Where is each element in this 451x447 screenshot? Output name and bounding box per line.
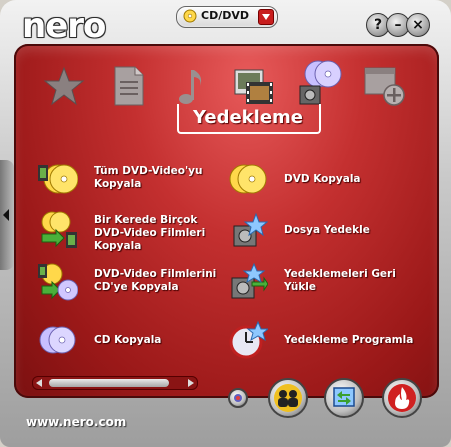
close-button[interactable]: × <box>406 13 430 37</box>
music-note-icon[interactable] <box>170 64 214 108</box>
nero-burning-rom-button[interactable] <box>382 378 422 418</box>
dvd-video-copy-icon <box>38 164 78 194</box>
task-label: Dosya Yedekle <box>284 224 370 236</box>
film-photo-icon[interactable] <box>232 64 276 108</box>
task-copy-multiple-dvd-video[interactable]: Bir Kerede Birçok DVD-Video Filmleri Kop… <box>38 210 228 260</box>
task-label: Bir Kerede Birçok DVD-Video Filmleri Kop… <box>94 214 206 252</box>
task-label: Yedekleme Programla <box>284 334 414 346</box>
color-scheme-button[interactable] <box>228 388 248 408</box>
task-label: DVD Kopyala <box>284 173 361 185</box>
scrollbar-thumb[interactable] <box>49 379 169 387</box>
main-panel: Yedekleme Tüm DVD-Video'yu Kopyala DVD K… <box>14 44 439 408</box>
task-label: Yedeklemeleri Geri Yükle <box>284 268 396 293</box>
selected-category-title: Yedekleme <box>193 107 303 128</box>
people-icon <box>274 384 302 412</box>
add-window-icon[interactable] <box>362 64 406 108</box>
sync-windows-icon <box>333 387 355 407</box>
side-panel-toggle[interactable] <box>0 160 14 270</box>
task-copy-cd[interactable]: CD Kopyala <box>38 320 228 364</box>
task-label: DVD-Video Filmlerini CD'ye Kopyala <box>94 268 217 293</box>
scroll-left-arrow-icon[interactable] <box>36 379 42 387</box>
nero-website-link[interactable]: www.nero.com <box>26 415 126 429</box>
dvd-to-cd-icon <box>38 263 78 301</box>
flame-icon <box>388 384 416 412</box>
toggle-view-button[interactable] <box>324 378 364 418</box>
task-backup-files[interactable]: Dosya Yedekle <box>228 210 418 254</box>
file-backup-icon <box>233 212 268 247</box>
task-label: Tüm DVD-Video'yu Kopyala <box>94 165 203 190</box>
nero-logo: nero <box>22 6 106 46</box>
task-copy-entire-dvd-video[interactable]: Tüm DVD-Video'yu Kopyala <box>38 159 228 203</box>
task-label: CD Kopyala <box>94 334 162 346</box>
mode-selector-label: CD/DVD <box>201 9 249 22</box>
horizontal-scrollbar[interactable] <box>32 376 198 390</box>
schedule-backup-icon <box>229 320 268 359</box>
mode-selector[interactable]: CD/DVD <box>176 6 278 28</box>
backup-discs-icon[interactable] <box>296 58 346 108</box>
task-copy-dvd[interactable]: DVD Kopyala <box>228 159 418 203</box>
task-schedule-backup[interactable]: Yedekleme Programla <box>228 320 418 364</box>
cd-copy-icon <box>39 326 76 354</box>
restore-backup-icon <box>231 262 268 299</box>
chevron-down-icon[interactable] <box>258 9 274 25</box>
user-profiles-button[interactable] <box>268 378 308 418</box>
color-wheel-icon <box>234 394 242 402</box>
multi-dvd-copy-icon <box>41 211 77 248</box>
task-copy-dvd-to-cd[interactable]: DVD-Video Filmlerini CD'ye Kopyala <box>38 262 228 306</box>
cd-icon <box>183 9 197 23</box>
star-icon[interactable] <box>42 64 86 108</box>
task-restore-backups[interactable]: Yedeklemeleri Geri Yükle <box>228 262 418 306</box>
document-icon[interactable] <box>106 64 150 108</box>
scroll-right-arrow-icon[interactable] <box>188 379 194 387</box>
dvd-copy-icon <box>229 164 267 194</box>
nero-startsmart-window: nero CD/DVD ? – × Yedekleme Tüm DVD-Vide… <box>0 0 451 447</box>
